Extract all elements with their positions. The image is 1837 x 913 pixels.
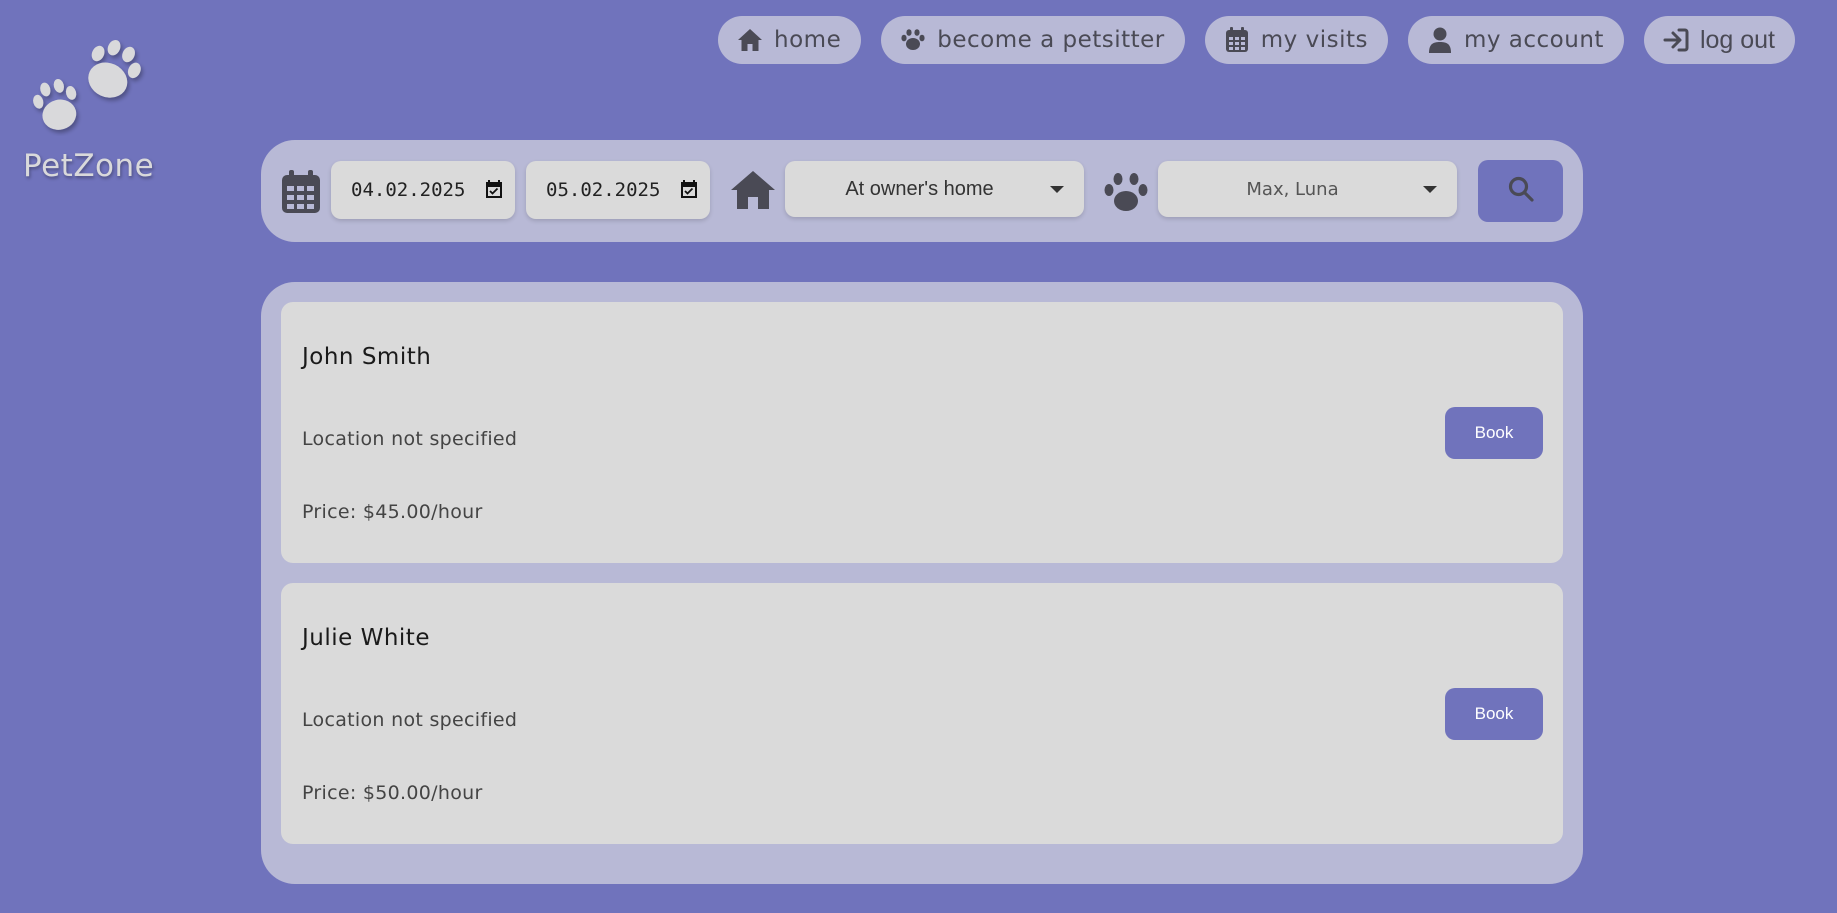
paw-icon (899, 26, 927, 54)
home-icon (730, 170, 776, 214)
pets-select-value: Max, Luna (1246, 178, 1339, 200)
date-to-input[interactable]: 05.02.2025 (526, 161, 710, 219)
search-button[interactable] (1478, 160, 1563, 222)
nav-log-out[interactable]: log out (1643, 16, 1795, 64)
sitter-location: Location not specified (302, 428, 518, 450)
nav-log-out-label: log out (1699, 25, 1775, 54)
nav-my-account[interactable]: my account (1407, 16, 1624, 64)
chevron-down-icon (1423, 186, 1437, 193)
top-nav: home become a petsitter my visits my acc… (718, 16, 1795, 64)
date-from-value: 04.02.2025 (351, 179, 466, 201)
paws-icon (33, 39, 141, 130)
logo[interactable]: PetZone (22, 26, 162, 196)
date-picker-icon[interactable] (680, 180, 698, 204)
sitter-card: John Smith Location not specified Price:… (281, 302, 1563, 563)
sitter-name: John Smith (302, 344, 432, 370)
date-from-input[interactable]: 04.02.2025 (331, 161, 515, 219)
search-icon (1508, 176, 1534, 206)
nav-home-label: home (774, 27, 842, 53)
pets-select[interactable]: Max, Luna (1158, 161, 1457, 217)
chevron-down-icon (1050, 186, 1064, 193)
results-panel: John Smith Location not specified Price:… (261, 282, 1583, 884)
location-select-value: At owner's home (845, 177, 994, 200)
nav-become-petsitter-label: become a petsitter (937, 27, 1165, 53)
paw-icon (1103, 172, 1149, 218)
nav-my-account-label: my account (1463, 27, 1604, 53)
sitter-name: Julie White (302, 625, 430, 651)
brand-name: PetZone (23, 148, 155, 184)
book-button[interactable]: Book (1445, 688, 1543, 740)
search-bar: 04.02.2025 05.02.2025 At owner's home Ma… (261, 140, 1583, 242)
nav-my-visits-label: my visits (1260, 27, 1368, 53)
sitter-card: Julie White Location not specified Price… (281, 583, 1563, 844)
calendar-icon (281, 170, 321, 218)
nav-my-visits[interactable]: my visits (1204, 16, 1388, 64)
sign-in-icon (1662, 26, 1690, 54)
sitter-price: Price: $50.00/hour (302, 782, 483, 804)
date-picker-icon[interactable] (485, 180, 503, 204)
nav-home[interactable]: home (718, 16, 862, 64)
nav-become-petsitter[interactable]: become a petsitter (881, 16, 1185, 64)
calendar-icon (1223, 26, 1251, 54)
location-select[interactable]: At owner's home (785, 161, 1084, 217)
book-button[interactable]: Book (1445, 407, 1543, 459)
date-to-value: 05.02.2025 (546, 179, 661, 201)
home-icon (736, 26, 764, 54)
sitter-price: Price: $45.00/hour (302, 501, 483, 523)
user-icon (1426, 26, 1454, 54)
sitter-location: Location not specified (302, 709, 518, 731)
